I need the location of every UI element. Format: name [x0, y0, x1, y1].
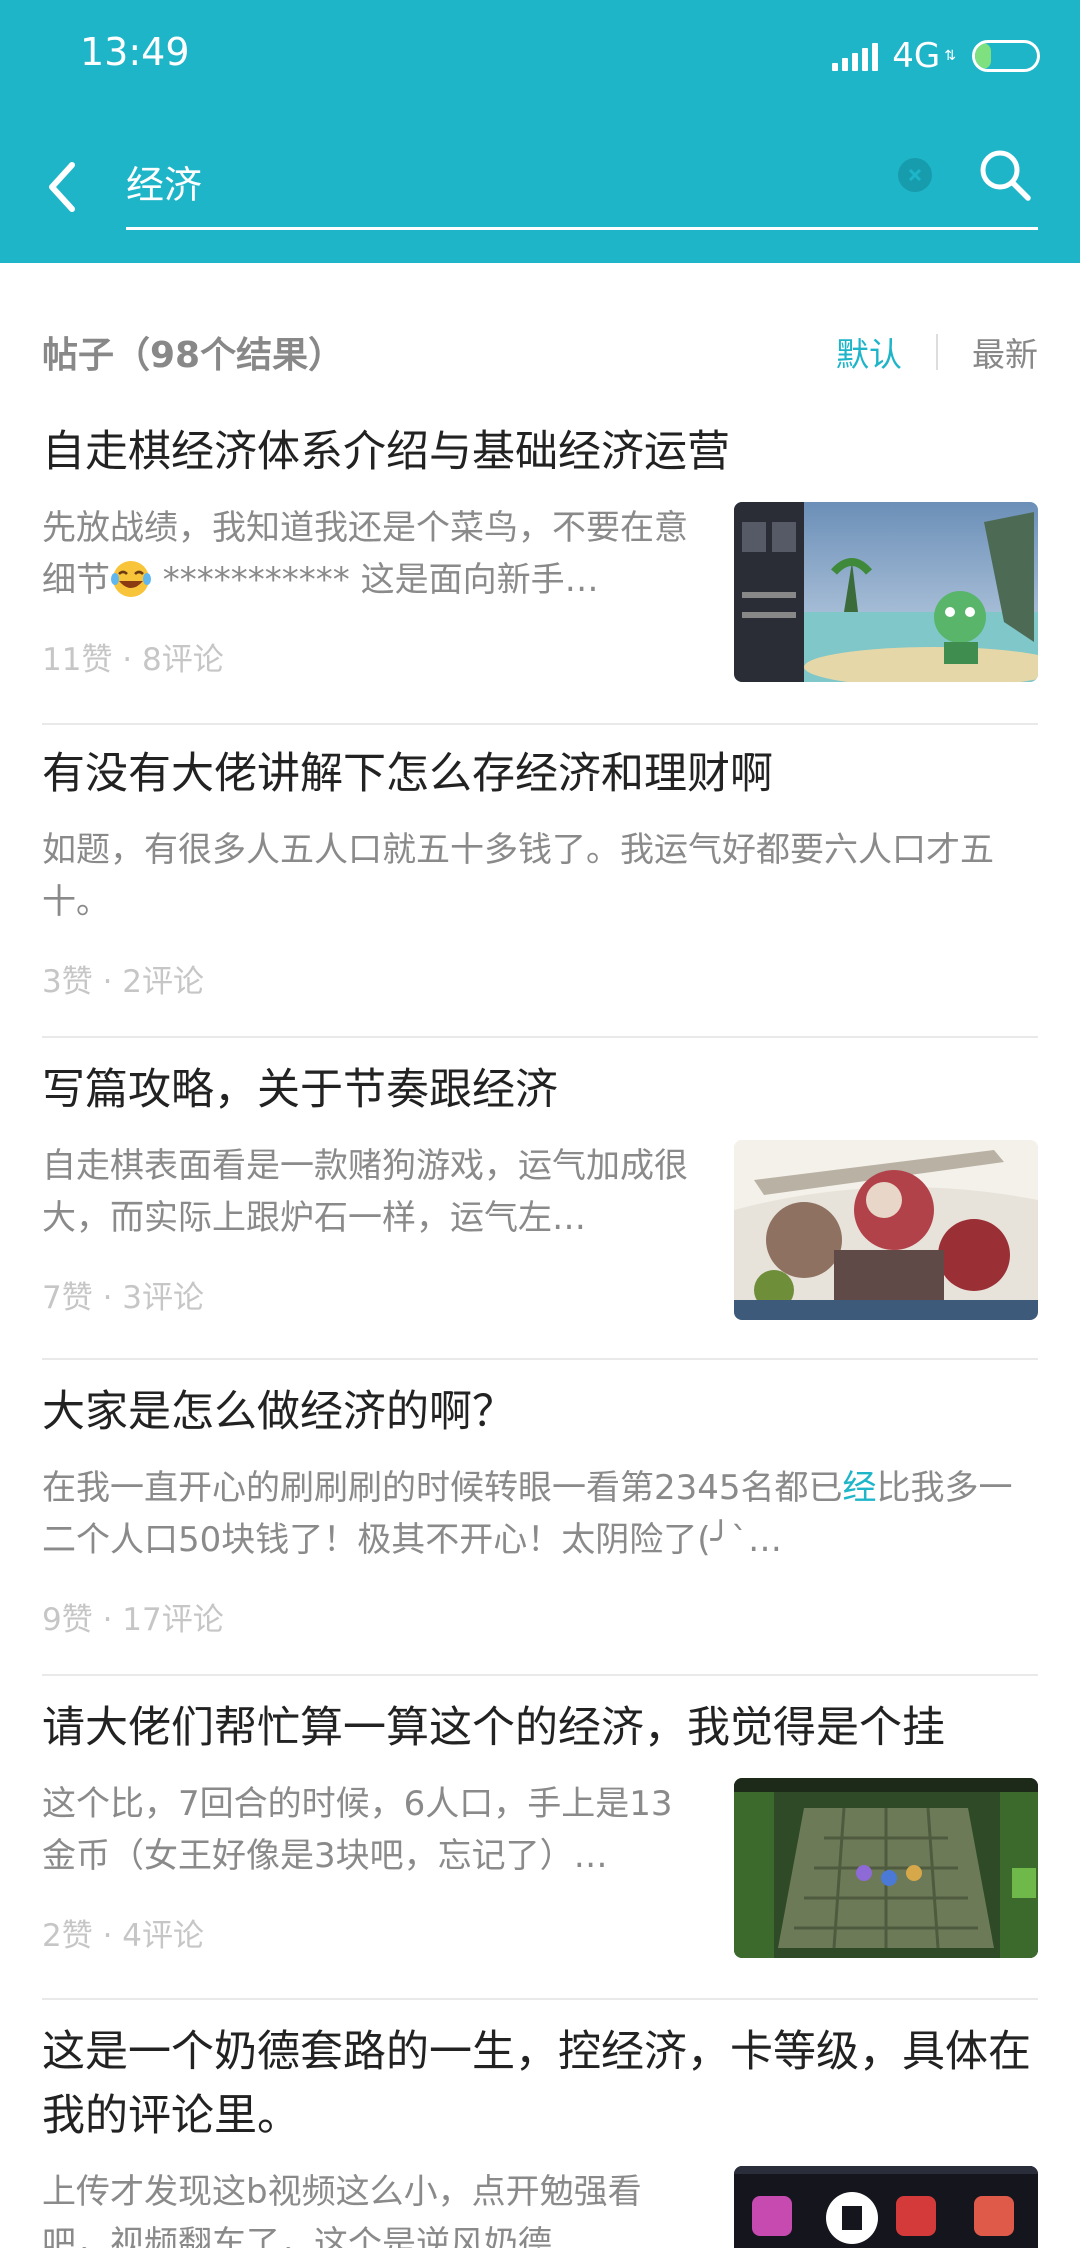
data-arrows-icon: ⇅	[944, 48, 956, 64]
post-excerpt-text-cont: *********** 这是面向新手…	[152, 560, 599, 600]
post-stats: 2赞 · 4评论	[42, 1918, 205, 1954]
post-thumbnail[interactable]	[734, 1140, 1038, 1320]
post-excerpt: 自走棋表面看是一款赌狗游戏，运气加成很大，而实际上跟炉石一样，运气左…	[42, 1146, 688, 1238]
results-count-title: 帖子（98个结果）	[42, 335, 345, 376]
post-stats: 11赞 · 8评论	[42, 642, 224, 678]
post-item[interactable]: 写篇攻略，关于节奏跟经济 自走棋表面看是一款赌狗游戏，运气加成很大，而实际上跟炉…	[42, 1058, 1038, 1360]
post-item[interactable]: 这是一个奶德套路的一生，控经济，卡等级，具体在我的评论里。 上传才发现这b视频这…	[42, 2020, 1038, 2248]
sort-default-tab[interactable]: 默认	[836, 328, 902, 376]
post-likes: 9赞	[42, 1602, 93, 1638]
post-likes: 3赞	[42, 964, 93, 1000]
sort-newest-tab[interactable]: 最新	[972, 328, 1038, 376]
post-item[interactable]: 有没有大佬讲解下怎么存经济和理财啊 如题，有很多人五人口就五十多钱了。我运气好都…	[42, 742, 1038, 1038]
post-item[interactable]: 自走棋经济体系介绍与基础经济运营 先放战绩，我知道我还是个菜鸟，不要在意细节 *…	[42, 420, 1038, 725]
post-title: 有没有大佬讲解下怎么存经济和理财啊	[42, 749, 773, 799]
laughing-emoji-icon	[111, 561, 151, 597]
post-excerpt: 在我一直开心的刷刷刷的时候转眼一看第2345名都已经比我多一二个人口50块钱了！…	[42, 1462, 1038, 1566]
post-likes: 2赞	[42, 1918, 93, 1954]
post-thumbnail[interactable]	[734, 502, 1038, 682]
post-excerpt: 如题，有很多人五人口就五十多钱了。我运气好都要六人口才五十。	[42, 830, 994, 922]
game-heroes-image	[734, 2166, 1038, 2248]
post-excerpt-highlight: 经	[842, 1468, 877, 1508]
post-stats: 3赞 · 2评论	[42, 964, 205, 1000]
post-item[interactable]: 大家是怎么做经济的啊？ 在我一直开心的刷刷刷的时候转眼一看第2345名都已经比我…	[42, 1380, 1038, 1676]
post-stats: 7赞 · 3评论	[42, 1280, 205, 1316]
search-icon	[980, 150, 1031, 201]
chevron-left-icon	[49, 162, 75, 212]
results-header: 帖子（98个结果） 默认 最新	[42, 320, 1038, 380]
post-excerpt: 上传才发现这b视频这么小，点开勉强看吧，视频翻车了，这个是逆风奶德…	[42, 2172, 642, 2248]
battery-icon: 26	[972, 40, 1040, 72]
post-stats: 9赞 · 17评论	[42, 1602, 224, 1638]
post-title: 请大佬们帮忙算一算这个的经济，我觉得是个挂	[42, 1703, 945, 1753]
signal-icon	[832, 41, 879, 71]
game-board-image	[734, 502, 1038, 682]
post-comments: 17评论	[122, 1602, 224, 1638]
search-bar	[126, 140, 1038, 230]
app-header: 13:49 4G ⇅ 26	[0, 0, 1080, 263]
close-icon	[908, 168, 922, 182]
post-item[interactable]: 请大佬们帮忙算一算这个的经济，我觉得是个挂 这个比，7回合的时候，6人口，手上是…	[42, 1696, 1038, 2000]
post-comments: 2评论	[122, 964, 205, 1000]
post-thumbnail[interactable]	[734, 1778, 1038, 1958]
search-button[interactable]	[978, 148, 1032, 202]
status-time: 13:49	[80, 30, 190, 74]
post-title: 自走棋经济体系介绍与基础经济运营	[42, 427, 730, 477]
status-icons: 4G ⇅ 26	[832, 36, 1040, 76]
post-thumbnail[interactable]	[734, 2166, 1038, 2248]
post-title: 这是一个奶德套路的一生，控经济，卡等级，具体在我的评论里。	[42, 2027, 1031, 2141]
network-label: 4G	[892, 36, 941, 76]
sort-options: 默认 最新	[836, 328, 1038, 376]
post-likes: 11赞	[42, 642, 113, 678]
post-comments: 3评论	[122, 1280, 205, 1316]
back-button[interactable]	[36, 152, 86, 222]
game-art-image	[734, 1140, 1038, 1320]
post-comments: 4评论	[122, 1918, 205, 1954]
battery-level: 26	[990, 43, 1022, 69]
post-likes: 7赞	[42, 1280, 93, 1316]
post-excerpt-text: 在我一直开心的刷刷刷的时候转眼一看第2345名都已	[42, 1468, 843, 1508]
post-excerpt: 这个比，7回合的时候，6人口，手上是13金币（女王好像是3块吧，忘记了）…	[42, 1784, 673, 1876]
post-title: 大家是怎么做经济的啊？	[42, 1387, 515, 1437]
post-title: 写篇攻略，关于节奏跟经济	[42, 1065, 558, 1115]
game-chessboard-image	[734, 1778, 1038, 1958]
sort-divider	[936, 334, 938, 370]
clear-search-button[interactable]	[898, 158, 932, 192]
search-input[interactable]	[126, 146, 866, 216]
post-excerpt: 先放战绩，我知道我还是个菜鸟，不要在意细节 *********** 这是面向新手…	[42, 502, 692, 606]
post-comments: 8评论	[142, 642, 224, 678]
